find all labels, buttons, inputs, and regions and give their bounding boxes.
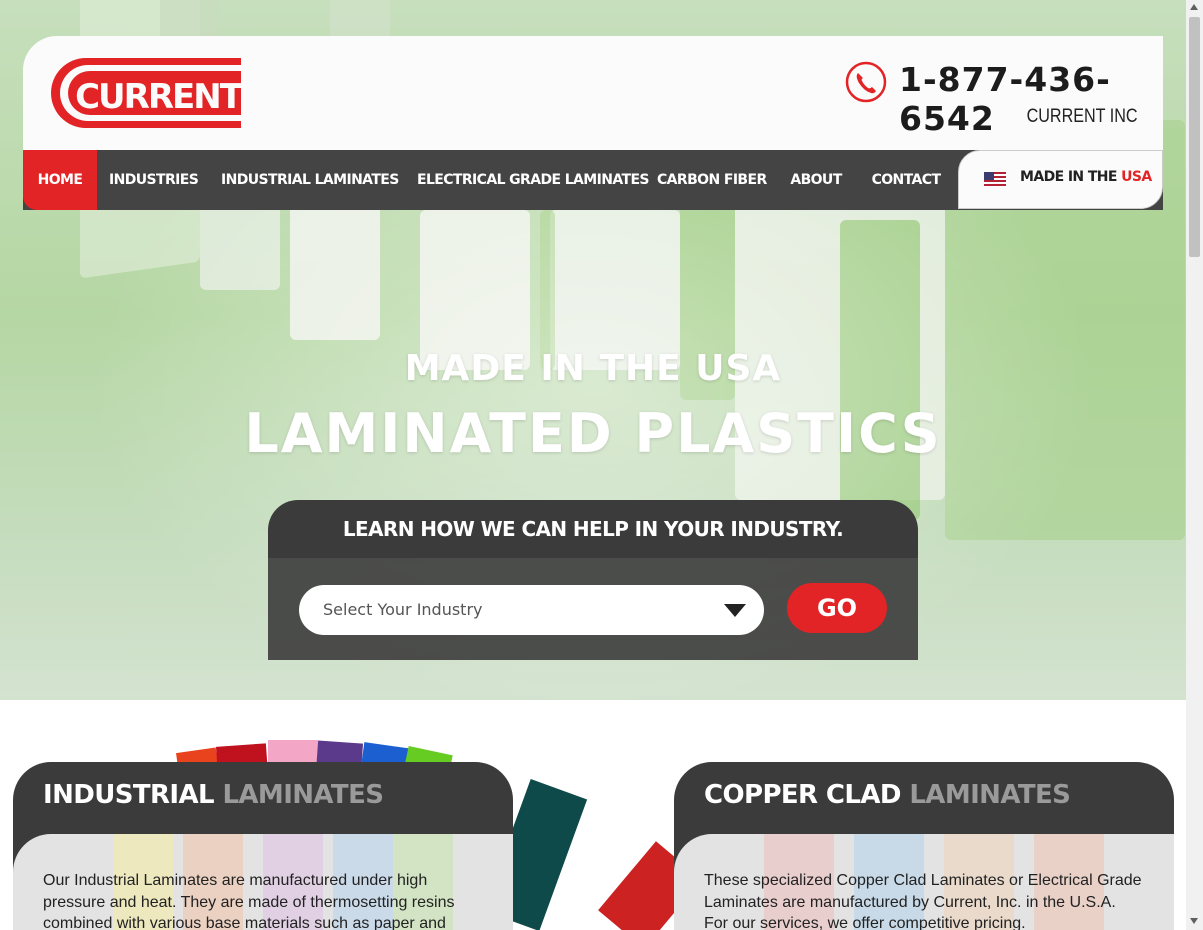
product-section: INDUSTRIAL LAMINATES Our Industrial Lami…	[0, 700, 1186, 930]
industry-selector: LEARN HOW WE CAN HELP IN YOUR INDUSTRY. …	[268, 500, 918, 660]
hero-title: LAMINATED PLASTICS	[244, 402, 942, 465]
us-flag-icon	[984, 172, 1006, 187]
chevron-down-icon	[724, 604, 746, 617]
made-in-usa-label: MADE IN THE USA	[1020, 169, 1152, 185]
card-description: These specialized Copper Clad Laminates …	[704, 872, 1142, 930]
copper-clad-laminates-card: COPPER CLAD LAMINATES These specialized …	[674, 762, 1174, 930]
card-title-main: INDUSTRIAL	[43, 780, 215, 810]
hero-subtitle: MADE IN THE USA	[404, 348, 782, 389]
main-nav: HOME INDUSTRIES INDUSTRIAL LAMINATES ELE…	[23, 150, 1163, 210]
phone-icon	[845, 61, 887, 103]
industry-selector-heading: LEARN HOW WE CAN HELP IN YOUR INDUSTRY.	[342, 517, 844, 541]
card-title-dim: LAMINATES	[222, 780, 384, 810]
card-header: COPPER CLAD LAMINATES	[674, 762, 1174, 834]
current-logo[interactable]: CURRENT	[46, 56, 241, 130]
card-title[interactable]: COPPER CLAD LAMINATES	[704, 780, 1071, 810]
card-title[interactable]: INDUSTRIAL LAMINATES	[43, 780, 384, 810]
company-name: CURRENT INC	[1027, 106, 1138, 127]
scrollbar-thumb[interactable]	[1189, 17, 1200, 257]
industry-select[interactable]: Select Your Industry	[299, 585, 764, 635]
nav-carbon-fiber[interactable]: CARBON FIBER	[657, 150, 767, 210]
nav-electrical-grade-laminates[interactable]: ELECTRICAL GRADE LAMINATES	[417, 150, 649, 210]
nav-about[interactable]: ABOUT	[789, 150, 843, 210]
site-header: CURRENT 1-877-436-6542 CURRENT INC	[23, 36, 1163, 150]
scroll-down-arrow-icon[interactable]	[1190, 918, 1198, 924]
nav-industrial-laminates[interactable]: INDUSTRIAL LAMINATES	[221, 150, 399, 210]
made-in-usa-badge: MADE IN THE USA	[958, 150, 1163, 209]
card-description: Our Industrial Laminates are manufacture…	[43, 872, 455, 930]
card-title-main: COPPER CLAD	[704, 780, 901, 810]
card-body: These specialized Copper Clad Laminates …	[674, 834, 1174, 930]
made-in-usa-highlight: USA	[1121, 169, 1152, 185]
scroll-up-arrow-icon[interactable]	[1190, 4, 1198, 10]
made-in-prefix: MADE IN THE	[1020, 169, 1117, 185]
nav-home[interactable]: HOME	[23, 150, 97, 210]
go-button[interactable]: GO	[787, 583, 887, 633]
card-title-dim: LAMINATES	[909, 780, 1071, 810]
card-body: Our Industrial Laminates are manufacture…	[13, 834, 513, 930]
industrial-laminates-card: INDUSTRIAL LAMINATES Our Industrial Lami…	[13, 762, 513, 930]
card-header: INDUSTRIAL LAMINATES	[13, 762, 513, 834]
svg-text:CURRENT: CURRENT	[75, 77, 241, 117]
nav-contact[interactable]: CONTACT	[871, 150, 941, 210]
nav-industries[interactable]: INDUSTRIES	[109, 150, 199, 210]
industry-selector-header: LEARN HOW WE CAN HELP IN YOUR INDUSTRY.	[268, 500, 918, 558]
industry-select-placeholder: Select Your Industry	[323, 600, 483, 619]
vertical-scrollbar[interactable]	[1186, 0, 1203, 930]
